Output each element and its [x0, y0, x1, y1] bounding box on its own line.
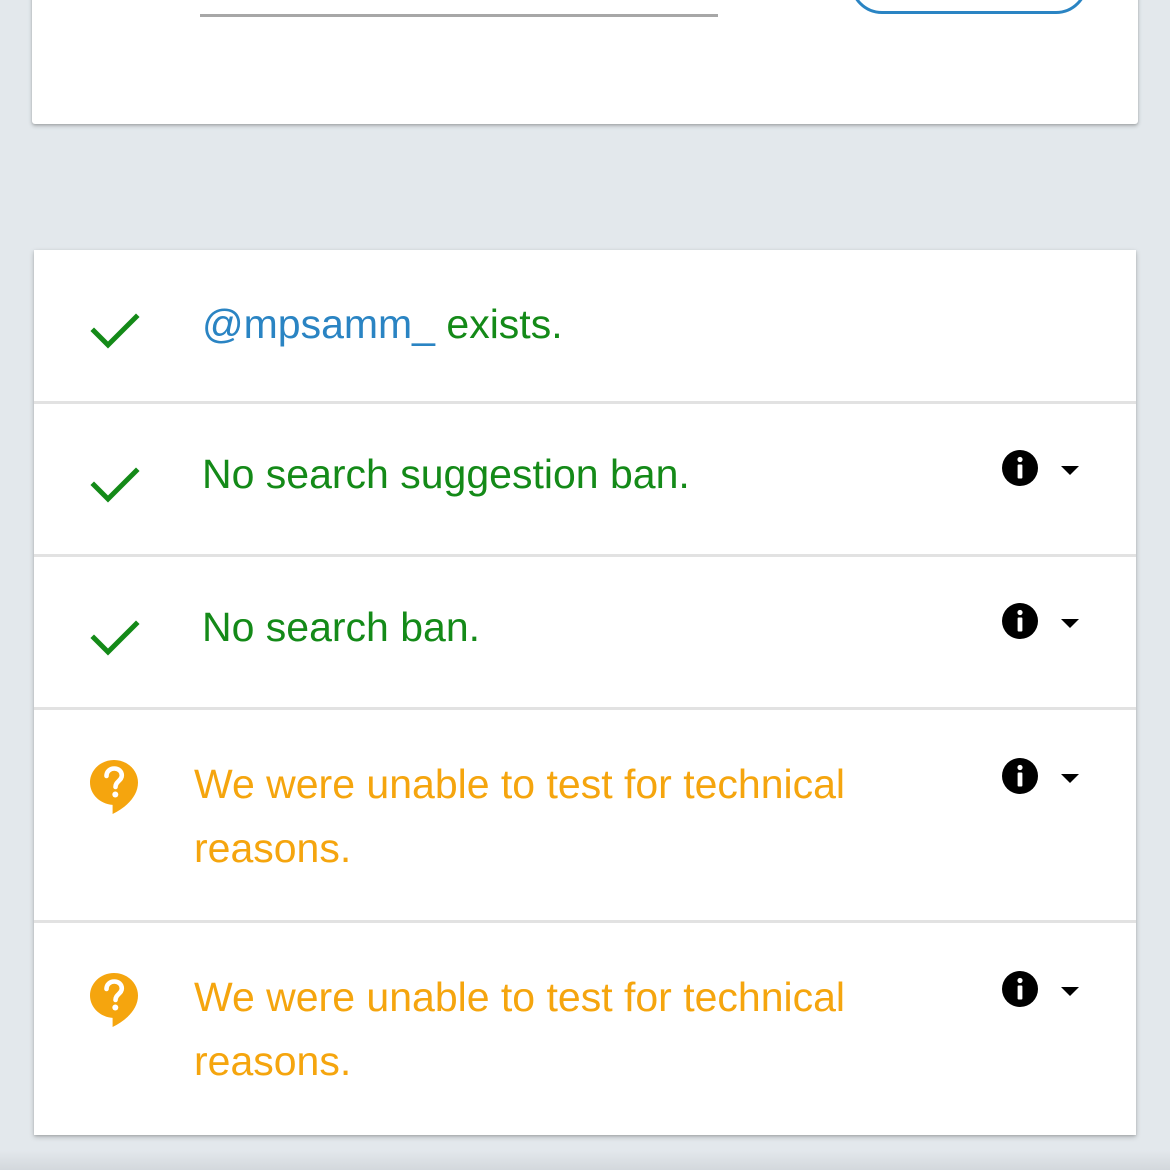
username-link[interactable]: @mpsamm_	[202, 301, 435, 347]
check-icon	[90, 467, 140, 503]
chevron-down-icon[interactable]	[1056, 613, 1084, 633]
question-bubble-icon	[90, 973, 138, 1027]
info-icon[interactable]	[1000, 448, 1040, 488]
page-bottom-shadow	[0, 1150, 1170, 1170]
result-row-search-ban: No search ban.	[34, 557, 1136, 710]
result-text: We were unable to test for technical rea…	[194, 974, 846, 1084]
question-bubble-icon	[90, 760, 138, 814]
check-icon	[90, 620, 140, 656]
search-card	[32, 0, 1138, 124]
results-card: @mpsamm_ exists. No search suggestion ba…	[34, 250, 1136, 1135]
chevron-down-icon[interactable]	[1056, 460, 1084, 480]
chevron-down-icon[interactable]	[1056, 981, 1084, 1001]
check-icon	[90, 313, 140, 349]
result-row-unable-to-test: We were unable to test for technical rea…	[34, 710, 1136, 923]
result-suffix: exists.	[435, 301, 563, 347]
info-icon[interactable]	[1000, 969, 1040, 1009]
result-row-account-exists: @mpsamm_ exists.	[34, 250, 1136, 404]
result-text: @mpsamm_ exists.	[202, 292, 563, 356]
info-icon[interactable]	[1000, 756, 1040, 796]
result-row-search-suggestion-ban: No search suggestion ban.	[34, 404, 1136, 557]
result-text: No search suggestion ban.	[202, 451, 690, 497]
username-input[interactable]	[200, 0, 718, 17]
result-row-unable-to-test: We were unable to test for technical rea…	[34, 923, 1136, 1135]
result-text: We were unable to test for technical rea…	[194, 761, 846, 871]
info-icon[interactable]	[1000, 601, 1040, 641]
chevron-down-icon[interactable]	[1056, 768, 1084, 788]
check-button[interactable]	[850, 0, 1088, 14]
result-text: No search ban.	[202, 604, 481, 650]
